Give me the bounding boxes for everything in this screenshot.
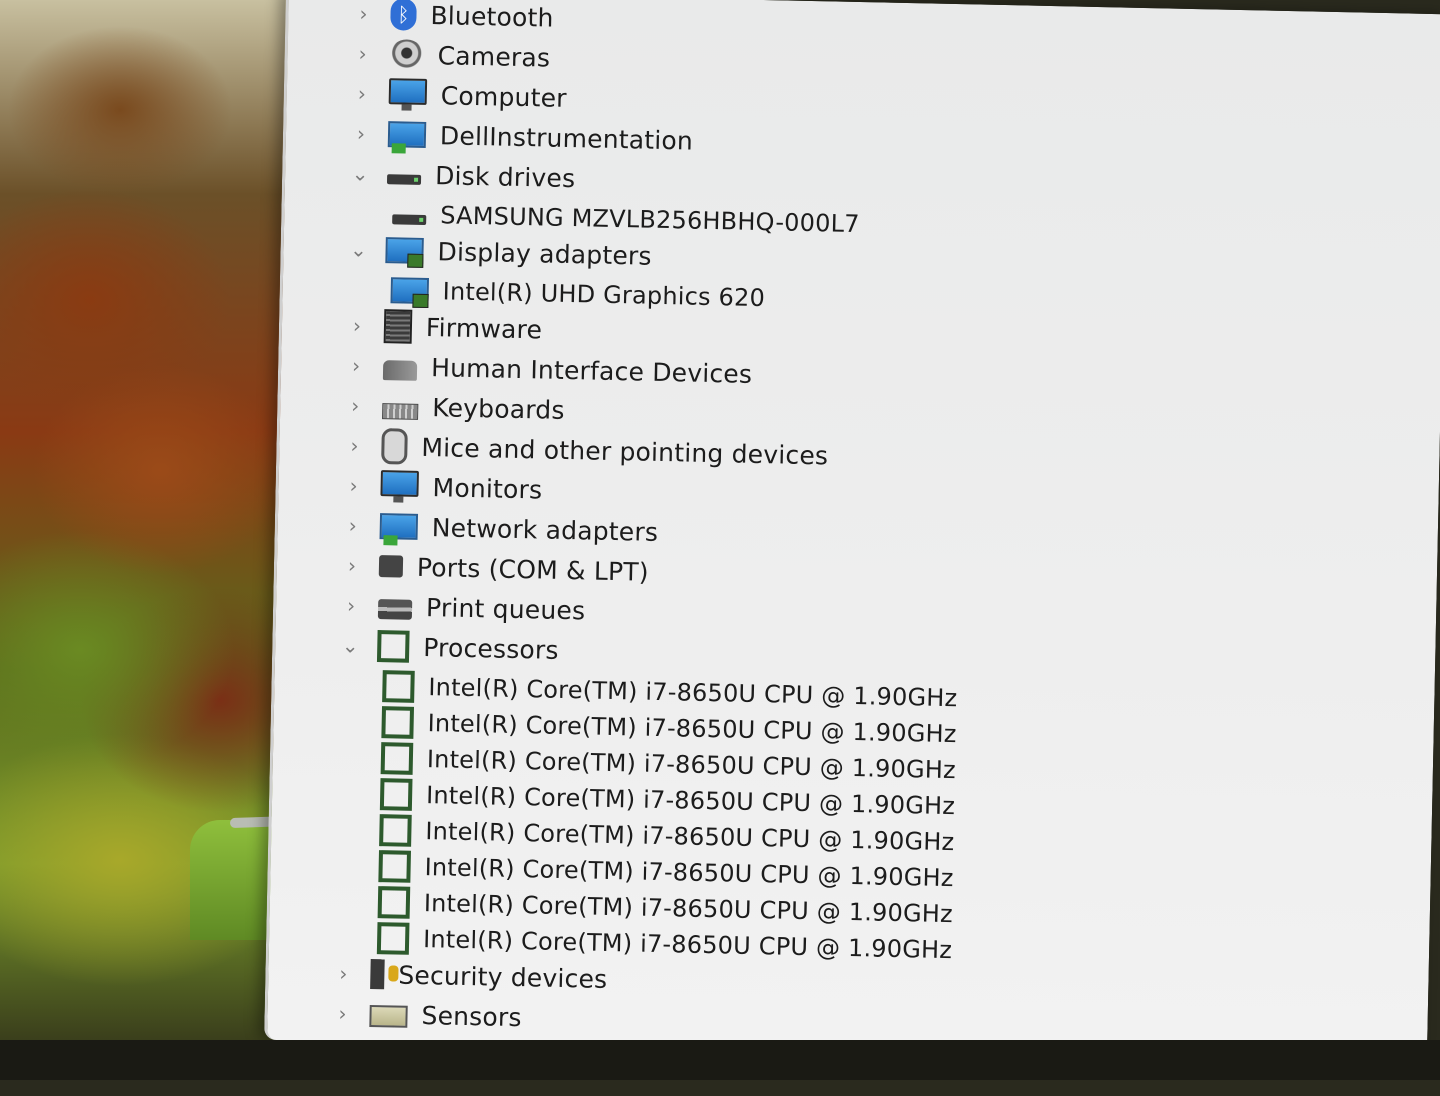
category-security-devices[interactable]: › Security devices xyxy=(332,953,608,999)
processor-icon xyxy=(381,706,415,739)
processor-icon xyxy=(382,670,415,703)
category-label: Sensors xyxy=(421,1000,522,1032)
category-label: Disk drives xyxy=(434,160,576,193)
category-label: Bluetooth xyxy=(430,0,554,33)
monitor-icon xyxy=(388,78,428,105)
firmware-chip-icon xyxy=(383,309,413,344)
expanded-chevron-icon[interactable]: ⌄ xyxy=(347,237,369,261)
category-label: DellInstrumentation xyxy=(439,120,694,156)
collapsed-chevron-icon[interactable]: › xyxy=(351,81,373,106)
collapsed-chevron-icon[interactable]: › xyxy=(352,1,374,26)
category-label: Mice and other pointing devices xyxy=(421,432,829,470)
collapsed-chevron-icon[interactable]: › xyxy=(345,353,367,377)
category-display-adapters[interactable]: ⌄ Display adapters xyxy=(347,229,652,275)
category-processors[interactable]: ⌄ Processors xyxy=(339,625,559,670)
disk-drive-icon xyxy=(392,214,427,225)
category-label: Human Interface Devices xyxy=(430,352,753,389)
processor-icon xyxy=(376,630,410,663)
port-icon xyxy=(378,555,404,578)
collapsed-chevron-icon[interactable]: › xyxy=(342,513,364,537)
collapsed-chevron-icon[interactable]: › xyxy=(342,473,364,497)
bluetooth-icon: ᛒ xyxy=(390,0,417,31)
category-label: Computer xyxy=(440,80,567,113)
category-label: Processors xyxy=(422,632,559,665)
device-tree: › ᛒ Bluetooth › Cameras › Computer › DellInstrum… xyxy=(289,0,1440,1068)
processor-icon xyxy=(377,886,411,919)
printer-icon xyxy=(377,599,413,620)
device-label: Intel(R) UHD Graphics 620 xyxy=(442,277,766,313)
display-adapter-icon xyxy=(385,237,424,264)
processor-icon xyxy=(379,814,412,847)
category-network-adapters[interactable]: › Network adapters xyxy=(341,505,659,552)
category-firmware[interactable]: › Firmware xyxy=(346,305,543,349)
monitor-icon xyxy=(380,470,419,497)
category-computer[interactable]: › Computer xyxy=(350,73,567,118)
category-label: Monitors xyxy=(432,472,543,504)
expanded-chevron-icon[interactable]: ⌄ xyxy=(339,633,361,657)
category-print-queues[interactable]: › Print queues xyxy=(340,585,586,630)
category-sensors[interactable]: › Sensors xyxy=(331,993,522,1037)
category-ports-com-lpt[interactable]: › Ports (COM & LPT) xyxy=(341,545,650,591)
category-label: Security devices xyxy=(398,960,608,994)
mouse-icon xyxy=(381,428,408,465)
category-label: Print queues xyxy=(425,592,586,625)
category-keyboards[interactable]: › Keyboards xyxy=(344,385,565,430)
processor-icon xyxy=(379,778,413,811)
expanded-chevron-icon[interactable]: ⌄ xyxy=(349,161,371,185)
collapsed-chevron-icon[interactable]: › xyxy=(340,593,362,617)
category-label: Display adapters xyxy=(437,236,652,271)
processor-icon xyxy=(380,742,414,775)
collapsed-chevron-icon[interactable]: › xyxy=(350,121,372,146)
keyboard-icon xyxy=(382,403,419,420)
category-disk-drives[interactable]: ⌄ Disk drives xyxy=(349,153,576,198)
camera-icon xyxy=(389,39,424,70)
collapsed-chevron-icon[interactable]: › xyxy=(346,313,368,337)
category-monitors[interactable]: › Monitors xyxy=(342,465,543,509)
network-monitor-icon xyxy=(387,121,427,148)
collapsed-chevron-icon[interactable]: › xyxy=(351,41,373,66)
category-label: Network adapters xyxy=(431,512,659,547)
category-bluetooth[interactable]: › ᛒ Bluetooth xyxy=(352,0,554,38)
category-cameras[interactable]: › Cameras xyxy=(351,33,550,77)
security-key-icon xyxy=(370,958,385,990)
collapsed-chevron-icon[interactable]: › xyxy=(343,433,365,457)
display-adapter-icon xyxy=(390,277,429,305)
collapsed-chevron-icon[interactable]: › xyxy=(341,553,363,577)
category-label: Ports (COM & LPT) xyxy=(416,552,650,587)
disk-drive-icon xyxy=(386,174,422,185)
device-manager-window: › ᛒ Bluetooth › Cameras › Computer › DellInstrum… xyxy=(264,0,1440,1068)
processor-icon xyxy=(376,922,410,955)
category-label: Keyboards xyxy=(431,392,565,425)
sensor-icon xyxy=(369,1004,408,1028)
collapsed-chevron-icon[interactable]: › xyxy=(331,1001,353,1025)
category-label: Cameras xyxy=(437,40,551,73)
collapsed-chevron-icon[interactable]: › xyxy=(344,393,366,417)
category-label: Firmware xyxy=(425,312,543,344)
network-adapter-icon xyxy=(379,513,419,540)
processor-icon xyxy=(378,850,412,883)
collapsed-chevron-icon[interactable]: › xyxy=(332,961,354,985)
desk-edge xyxy=(0,1040,1440,1080)
hid-icon xyxy=(382,360,418,381)
